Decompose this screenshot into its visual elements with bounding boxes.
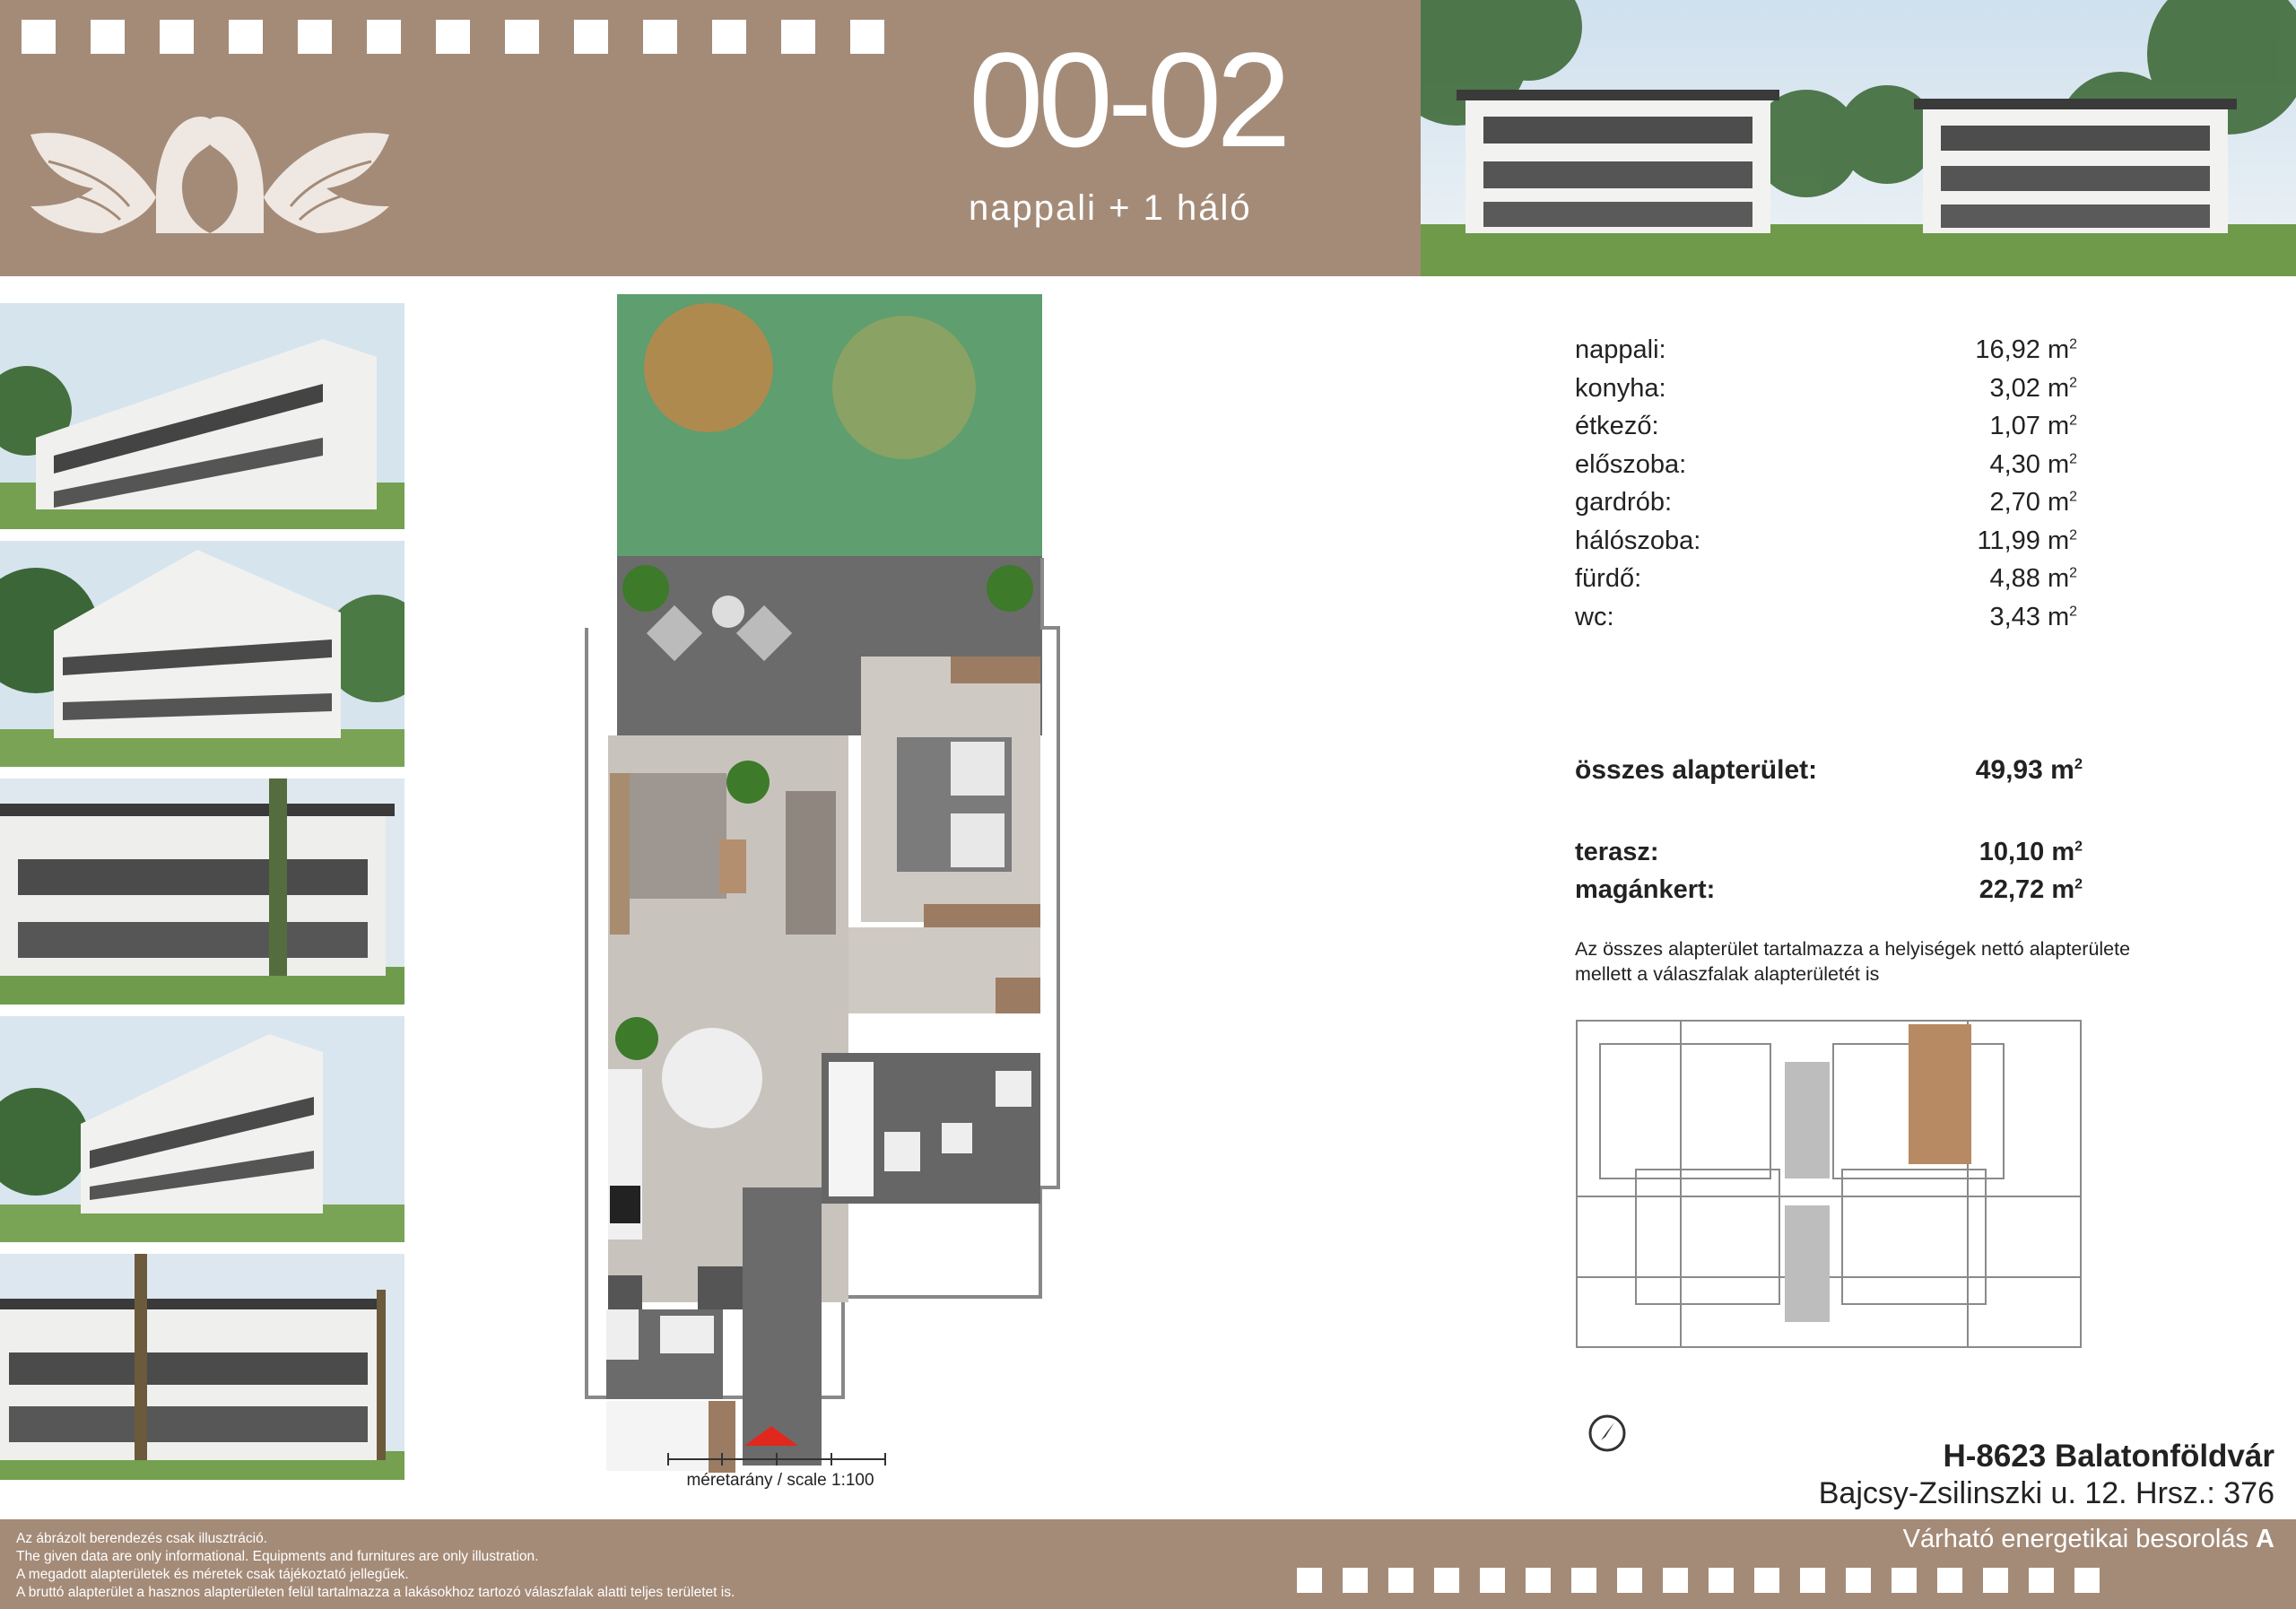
plant-icon [615, 1017, 658, 1060]
entrance-hall [743, 1187, 822, 1465]
total-area-value: 49,93 m2 [1975, 755, 2083, 785]
swan-logo [30, 117, 389, 233]
area-row: előszoba: 4,30 m2 [1575, 449, 2077, 479]
total-area: összes alapterület: 49,93 m2 [1575, 755, 2083, 786]
total-area-label: összes alapterület: [1575, 755, 1818, 785]
area-row: gardrób: 2,70 m2 [1575, 488, 2077, 517]
scale-bar [667, 1453, 886, 1465]
thumbnail-render-1 [0, 303, 404, 529]
area-table: nappali: 16,92 m2 konyha: 3,02 m2 étkező: 1… [1575, 335, 2077, 640]
area-row: nappali: 16,92 m2 [1575, 335, 2077, 364]
unit-code: 00-02 [969, 24, 1292, 175]
floor-plan [585, 294, 1060, 1473]
area-row: étkező: 1,07 m2 [1575, 412, 2077, 440]
energy-rating: Várható energetikai besorolás A [1902, 1525, 2274, 1553]
area-note: Az összes alapterület tartalmazza a hely… [1575, 938, 2131, 985]
plant-icon [987, 565, 1033, 612]
scale-label: méretarány / scale 1:100 [686, 1471, 874, 1490]
thumbnail-render-5 [0, 1254, 404, 1480]
unit-subtitle: nappali + 1 háló [969, 188, 1252, 228]
thumbnail-render-3 [0, 778, 404, 1005]
key-plan [1576, 1020, 2082, 1348]
highlighted-unit [1909, 1024, 1971, 1164]
area-row: fürdő: 4,88 m2 [1575, 564, 2077, 593]
disclaimer: Az ábrázolt berendezés csak illusztráció… [16, 1531, 735, 1600]
thumbnail-render-4 [0, 1016, 404, 1242]
hero-building-render [1421, 0, 2296, 276]
tree-icon [644, 303, 773, 432]
address-line-2: Bajcsy-Zsilinszki u. 12. Hrsz.: 376 [1818, 1476, 2274, 1510]
bottom-film-squares [1297, 1568, 2120, 1593]
area-row: hálószoba: 11,99 m2 [1575, 526, 2077, 555]
dining-table [662, 1028, 762, 1128]
area-row: konyha: 3,02 m2 [1575, 373, 2077, 403]
tree-icon [832, 316, 976, 459]
outdoor-areas: terasz: 10,10 m2 magánkert: 22,72 m2 [1575, 838, 2083, 913]
area-row: wc: 3,43 m2 [1575, 602, 2077, 631]
plant-icon [622, 565, 669, 612]
compass-icon [1588, 1414, 1626, 1452]
plant-icon [726, 761, 770, 804]
address-line-1: H-8623 Balatonföldvár [1943, 1439, 2274, 1474]
thumbnail-render-2 [0, 541, 404, 767]
terrace-row: terasz: 10,10 m2 [1575, 838, 2083, 866]
garden-row: magánkert: 22,72 m2 [1575, 875, 2083, 904]
top-film-squares [22, 20, 919, 54]
